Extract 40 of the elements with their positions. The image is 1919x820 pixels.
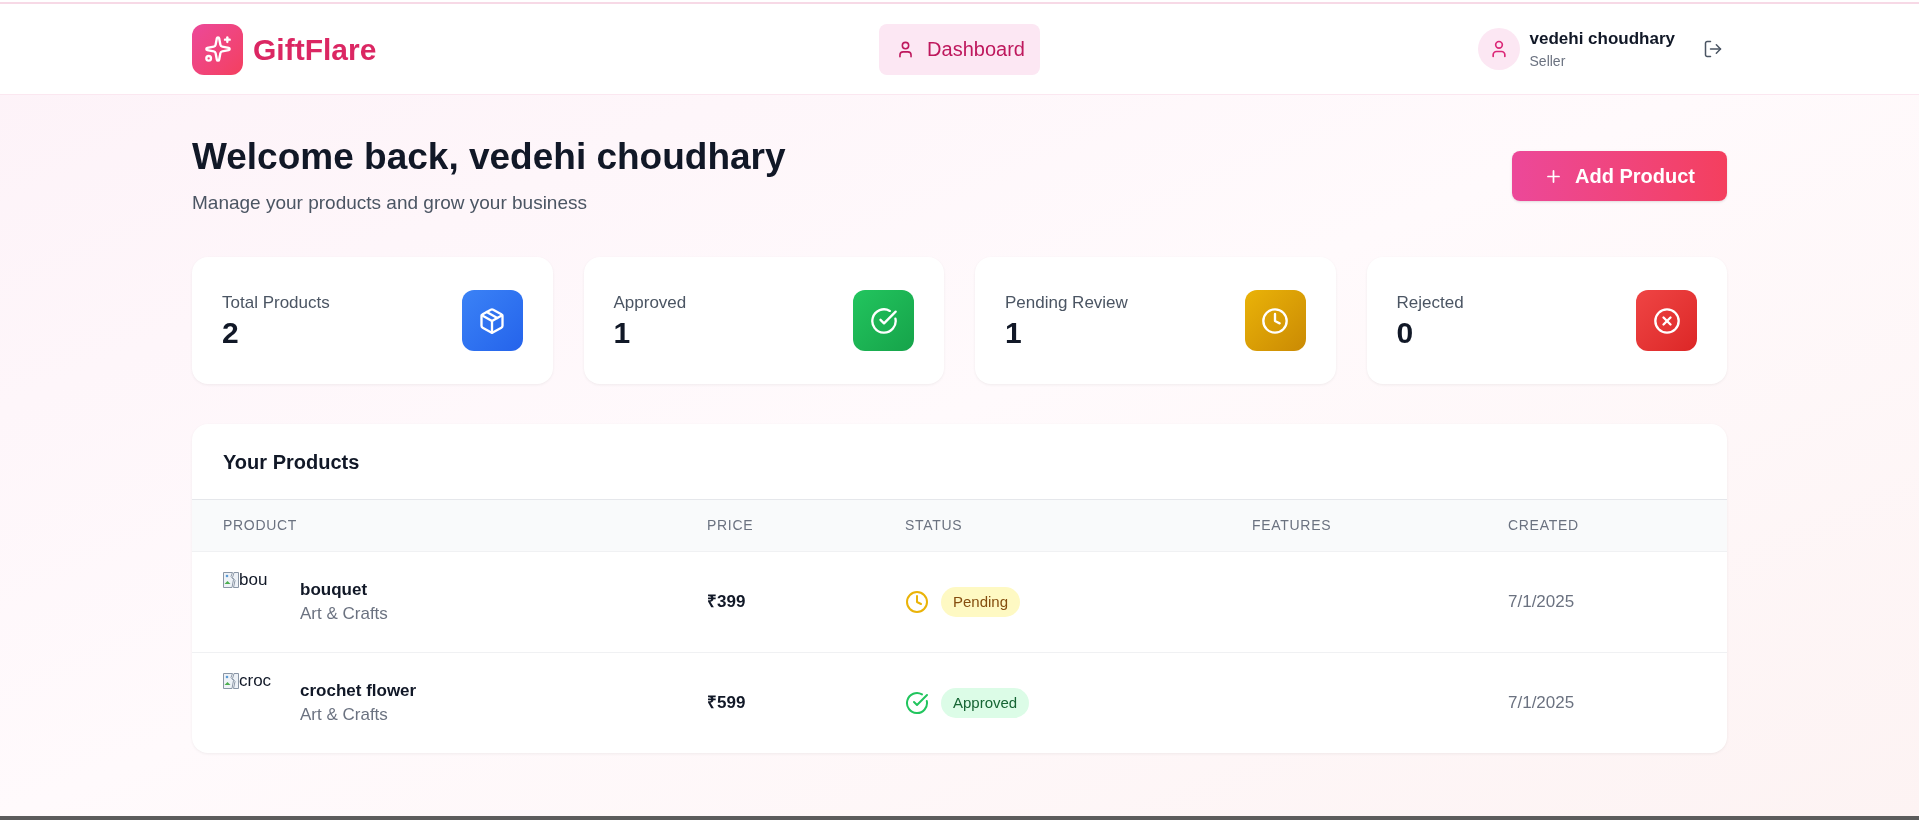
product-name: bouquet (300, 579, 369, 601)
stat-value: 2 (222, 314, 240, 351)
column-header: PRODUCT (223, 516, 299, 535)
stat-value: 1 (613, 314, 632, 351)
check-circle-icon (905, 691, 929, 715)
stat-label: Total Products (222, 291, 330, 314)
image-alt-text: croc (239, 672, 272, 689)
image-alt-text: bou (239, 571, 268, 588)
product-category: Art & Crafts (300, 603, 388, 625)
column-header: FEATURES (1252, 516, 1333, 535)
column-header: CREATED (1508, 516, 1580, 535)
column-header: STATUS (905, 516, 964, 535)
stat-value: 1 (1005, 314, 1023, 351)
welcome-heading: Welcome back, vedehi choudhary (192, 135, 786, 179)
broken-image-icon (223, 571, 239, 588)
stat-label: Rejected (1396, 291, 1464, 314)
dashboard-nav-tab[interactable]: Dashboard (879, 23, 1040, 75)
stat-label: Approved (613, 291, 687, 314)
status-badge: Approved (941, 688, 1030, 718)
user-avatar-icon (1477, 28, 1520, 70)
stat-value: 0 (1396, 314, 1415, 351)
brand-name: GiftFlare (253, 31, 377, 68)
created-date: 7/1/2025 (1508, 692, 1576, 715)
product-name: crochet flower (300, 680, 417, 702)
created-date: 7/1/2025 (1508, 591, 1576, 614)
sparkle-logo-icon (192, 23, 243, 75)
add-product-button[interactable]: Add Product (1512, 151, 1727, 201)
column-header: PRICE (707, 516, 755, 535)
user-name: vedehi choudhary (1529, 28, 1675, 50)
logout-icon (1703, 39, 1723, 59)
status-badge: Pending (941, 587, 1021, 617)
product-category: Art & Crafts (300, 704, 389, 726)
broken-image-icon (223, 672, 239, 689)
products-title: Your Products (223, 449, 360, 475)
stat-label: Pending Review (1005, 291, 1128, 314)
price-text: ₹399 (707, 591, 747, 614)
price-text: ₹599 (707, 692, 747, 715)
welcome-subtitle: Manage your products and grow your business (192, 191, 588, 215)
user-role: Seller (1529, 52, 1567, 71)
clock-icon (905, 590, 929, 614)
